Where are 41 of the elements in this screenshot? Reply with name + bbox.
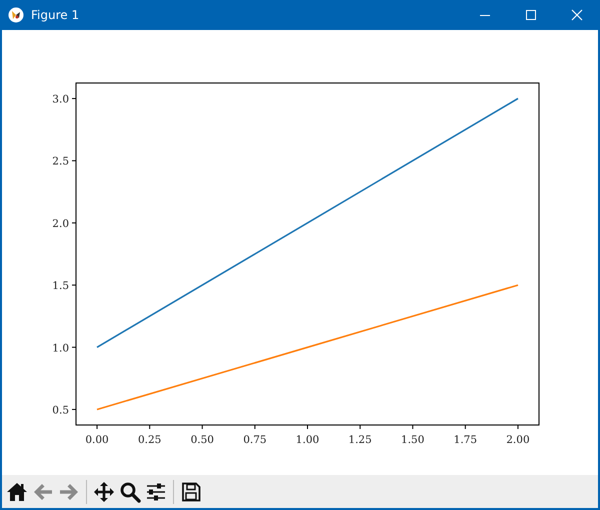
- tick-mark: [72, 160, 76, 162]
- tick-mark: [72, 98, 76, 100]
- save-button[interactable]: [179, 480, 203, 504]
- four-way-arrow-icon: [93, 480, 115, 502]
- home-icon: [6, 480, 28, 502]
- tick-label: 2.0: [52, 218, 69, 230]
- tick-label: 1.00: [296, 434, 320, 446]
- tick-mark: [149, 424, 150, 430]
- magnifier-icon: [119, 480, 141, 502]
- tick-label: 1.25: [348, 434, 372, 446]
- sliders-icon: [145, 480, 167, 502]
- tick-mark: [517, 424, 518, 430]
- tick-mark: [254, 424, 256, 430]
- tick-mark: [72, 222, 76, 224]
- tick-label: 0.25: [138, 434, 162, 446]
- maximize-icon: [525, 9, 537, 21]
- tick-mark: [360, 424, 361, 430]
- tick-label: 2.5: [52, 156, 69, 168]
- tick-mark: [72, 346, 76, 348]
- tick-label: 1.5: [52, 280, 69, 292]
- close-icon: [571, 9, 583, 21]
- tick-label: 1.75: [454, 434, 478, 446]
- tick-mark: [202, 424, 203, 430]
- tick-label: 0.75: [243, 434, 267, 446]
- tick-mark: [96, 424, 98, 430]
- tick-label: 0.00: [85, 434, 109, 446]
- tick-mark: [72, 284, 76, 286]
- tick-label: 3.0: [52, 94, 69, 106]
- tick-label: 0.50: [190, 434, 214, 446]
- window-title: Figure 1: [31, 8, 80, 22]
- tick-label: 1.0: [52, 342, 69, 354]
- app-icon: [8, 7, 24, 23]
- tick-mark: [307, 424, 308, 430]
- tick-label: 0.5: [52, 404, 69, 416]
- tick-label: 2.00: [506, 434, 530, 446]
- tick-mark: [412, 424, 414, 430]
- tick-label: 1.50: [401, 434, 424, 446]
- zoom-button[interactable]: [118, 480, 142, 504]
- tick-mark: [72, 408, 76, 410]
- tick-mark: [464, 424, 466, 430]
- pan-button[interactable]: [92, 480, 116, 504]
